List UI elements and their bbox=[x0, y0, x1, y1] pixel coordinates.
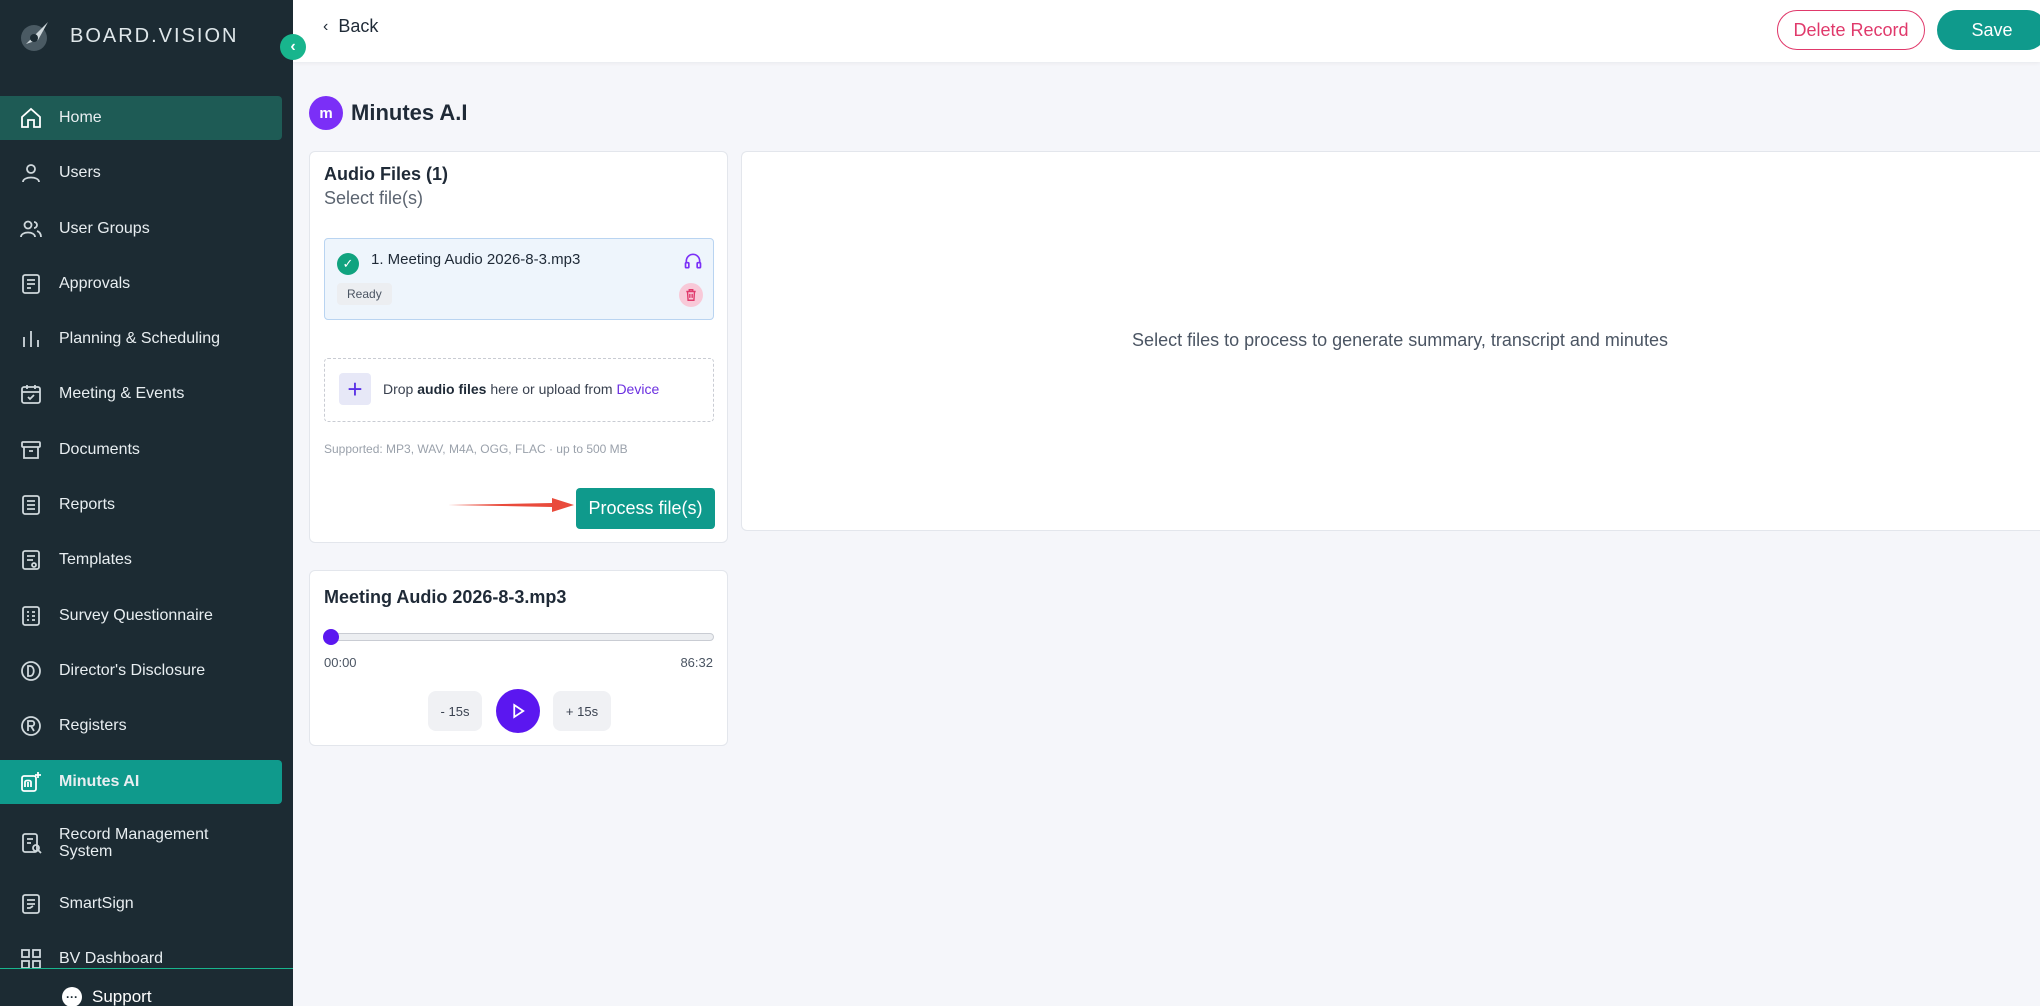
document-check-icon bbox=[18, 271, 44, 297]
process-files-button[interactable]: Process file(s) bbox=[576, 488, 715, 529]
sidebar-item-templates[interactable]: Templates bbox=[0, 538, 282, 582]
sidebar-item-label: Home bbox=[59, 109, 102, 126]
check-circle-icon[interactable]: ✓ bbox=[337, 253, 359, 275]
arrow-right-icon bbox=[448, 498, 574, 512]
audio-player-card: Meeting Audio 2026-8-3.mp3 00:00 86:32 -… bbox=[309, 570, 728, 746]
sidebar-item-label: Meeting & Events bbox=[59, 385, 185, 403]
sidebar-item-reports[interactable]: Reports bbox=[0, 483, 282, 527]
template-icon bbox=[18, 547, 44, 573]
sidebar-item-users[interactable]: Users bbox=[0, 151, 282, 195]
sidebar-item-label: Record Management System bbox=[59, 825, 209, 860]
support-label: Support bbox=[92, 987, 152, 1006]
trash-icon bbox=[686, 289, 696, 301]
d-circle-icon bbox=[18, 658, 44, 684]
sidebar-item-label: Director's Disclosure bbox=[59, 661, 206, 679]
sidebar-item-minutes-ai[interactable]: Minutes AI bbox=[0, 759, 282, 804]
save-button[interactable]: Save bbox=[1937, 10, 2040, 50]
users-icon bbox=[18, 216, 44, 242]
sidebar-item-label: Documents bbox=[59, 440, 140, 458]
play-button[interactable] bbox=[496, 689, 540, 733]
headphones-icon[interactable] bbox=[683, 251, 703, 271]
sidebar-item-label: Registers bbox=[59, 717, 127, 735]
drop-zone-text: Drop audio files here or upload from Dev… bbox=[383, 381, 660, 397]
support-divider bbox=[0, 968, 293, 969]
audio-files-heading: Audio Files (1) bbox=[324, 164, 449, 184]
list-icon bbox=[18, 492, 44, 518]
sidebar-item-record-management-system[interactable]: Record Management System bbox=[0, 815, 282, 871]
sidebar-item-label: Survey Questionnaire bbox=[59, 606, 213, 624]
sidebar: BOARD.VISION Home Users User Groups Appr… bbox=[0, 0, 293, 1006]
seek-bar[interactable] bbox=[324, 633, 714, 641]
sidebar-item-label: Planning & Scheduling bbox=[59, 330, 221, 348]
delete-file-button[interactable] bbox=[679, 283, 703, 307]
record-search-icon bbox=[18, 830, 44, 856]
page-title: m Minutes A.I bbox=[309, 96, 468, 130]
result-panel: Select files to process to generate summ… bbox=[741, 151, 2040, 531]
survey-icon bbox=[18, 603, 44, 629]
sidebar-item-label: Minutes AI bbox=[59, 772, 140, 790]
status-badge: Ready bbox=[337, 283, 392, 305]
sidebar-item-label: BV Dashboard bbox=[59, 950, 164, 968]
minutes-ai-icon bbox=[18, 769, 44, 795]
sidebar-item-directors-disclosure[interactable]: Director's Disclosure bbox=[0, 649, 282, 693]
audio-file-name: 1. Meeting Audio 2026-8-3.mp3 bbox=[371, 251, 581, 268]
audio-files-card: Audio Files (1) Select file(s) ✓ 1. Meet… bbox=[309, 151, 728, 543]
audio-drop-zone[interactable]: + Drop audio files here or upload from D… bbox=[324, 358, 714, 422]
chat-bubble-icon: ··· bbox=[62, 987, 82, 1006]
back-button[interactable]: ‹ Back bbox=[323, 16, 378, 37]
brand-name: BOARD.VISION bbox=[70, 24, 239, 47]
sidebar-item-label: Approvals bbox=[59, 274, 131, 292]
top-bar: ‹ Back Delete Record Save bbox=[293, 0, 2040, 62]
brand[interactable]: BOARD.VISION bbox=[18, 18, 238, 54]
player-track-title: Meeting Audio 2026-8-3.mp3 bbox=[324, 587, 567, 607]
sidebar-item-meeting-events[interactable]: Meeting & Events bbox=[0, 372, 282, 416]
sidebar-item-documents[interactable]: Documents bbox=[0, 428, 282, 472]
sidebar-item-user-groups[interactable]: User Groups bbox=[0, 207, 282, 251]
sidebar-item-planning-scheduling[interactable]: Planning & Scheduling bbox=[0, 317, 282, 361]
sidebar-nav: Home Users User Groups Approvals Plannin… bbox=[0, 96, 282, 993]
sign-icon bbox=[18, 891, 44, 917]
sidebar-item-label: Users bbox=[59, 164, 101, 182]
empty-state-message: Select files to process to generate summ… bbox=[1132, 330, 1668, 350]
sidebar-item-approvals[interactable]: Approvals bbox=[0, 262, 282, 306]
sidebar-item-label: Templates bbox=[59, 551, 132, 569]
upload-device-link[interactable]: Device bbox=[616, 381, 659, 397]
play-icon bbox=[513, 703, 525, 719]
board-vision-logo-icon bbox=[21, 22, 48, 51]
chevron-left-icon: ‹ bbox=[290, 38, 296, 55]
calendar-check-icon bbox=[18, 381, 44, 407]
sidebar-item-home[interactable]: Home bbox=[0, 96, 282, 140]
sidebar-item-survey-questionnaire[interactable]: Survey Questionnaire bbox=[0, 594, 282, 638]
sidebar-item-registers[interactable]: Registers bbox=[0, 704, 282, 748]
sidebar-item-label: Reports bbox=[59, 496, 116, 514]
sidebar-item-label: User Groups bbox=[59, 219, 150, 237]
audio-file-item[interactable]: ✓ 1. Meeting Audio 2026-8-3.mp3 Ready bbox=[324, 238, 714, 320]
sidebar-item-smartsign[interactable]: SmartSign bbox=[0, 882, 282, 926]
plus-icon[interactable]: + bbox=[339, 373, 371, 405]
user-icon bbox=[18, 160, 44, 186]
sidebar-collapse-button[interactable]: ‹ bbox=[280, 34, 306, 60]
sidebar-item-label: SmartSign bbox=[59, 895, 134, 913]
duration: 86:32 bbox=[680, 655, 713, 670]
sidebar-item-bv-dashboard[interactable]: BV Dashboard bbox=[0, 937, 282, 981]
current-time: 00:00 bbox=[324, 655, 357, 670]
bar-chart-icon bbox=[18, 326, 44, 352]
chevron-left-icon: ‹ bbox=[323, 17, 329, 35]
r-circle-icon bbox=[18, 713, 44, 739]
delete-record-button[interactable]: Delete Record bbox=[1777, 10, 1925, 50]
rewind-15-button[interactable]: - 15s bbox=[428, 691, 482, 731]
select-files-subheading: Select file(s) bbox=[324, 188, 424, 208]
supported-formats-text: Supported: MP3, WAV, M4A, OGG, FLAC · up… bbox=[324, 442, 628, 456]
forward-15-button[interactable]: + 15s bbox=[553, 691, 611, 731]
archive-icon bbox=[18, 437, 44, 463]
minutes-ai-logo-icon: m bbox=[309, 96, 343, 130]
back-label: Back bbox=[338, 16, 379, 36]
page-title-text: Minutes A.I bbox=[351, 100, 468, 125]
seek-thumb[interactable] bbox=[323, 629, 339, 645]
home-icon bbox=[18, 105, 44, 131]
support-button[interactable]: ··· Support bbox=[62, 987, 152, 1006]
